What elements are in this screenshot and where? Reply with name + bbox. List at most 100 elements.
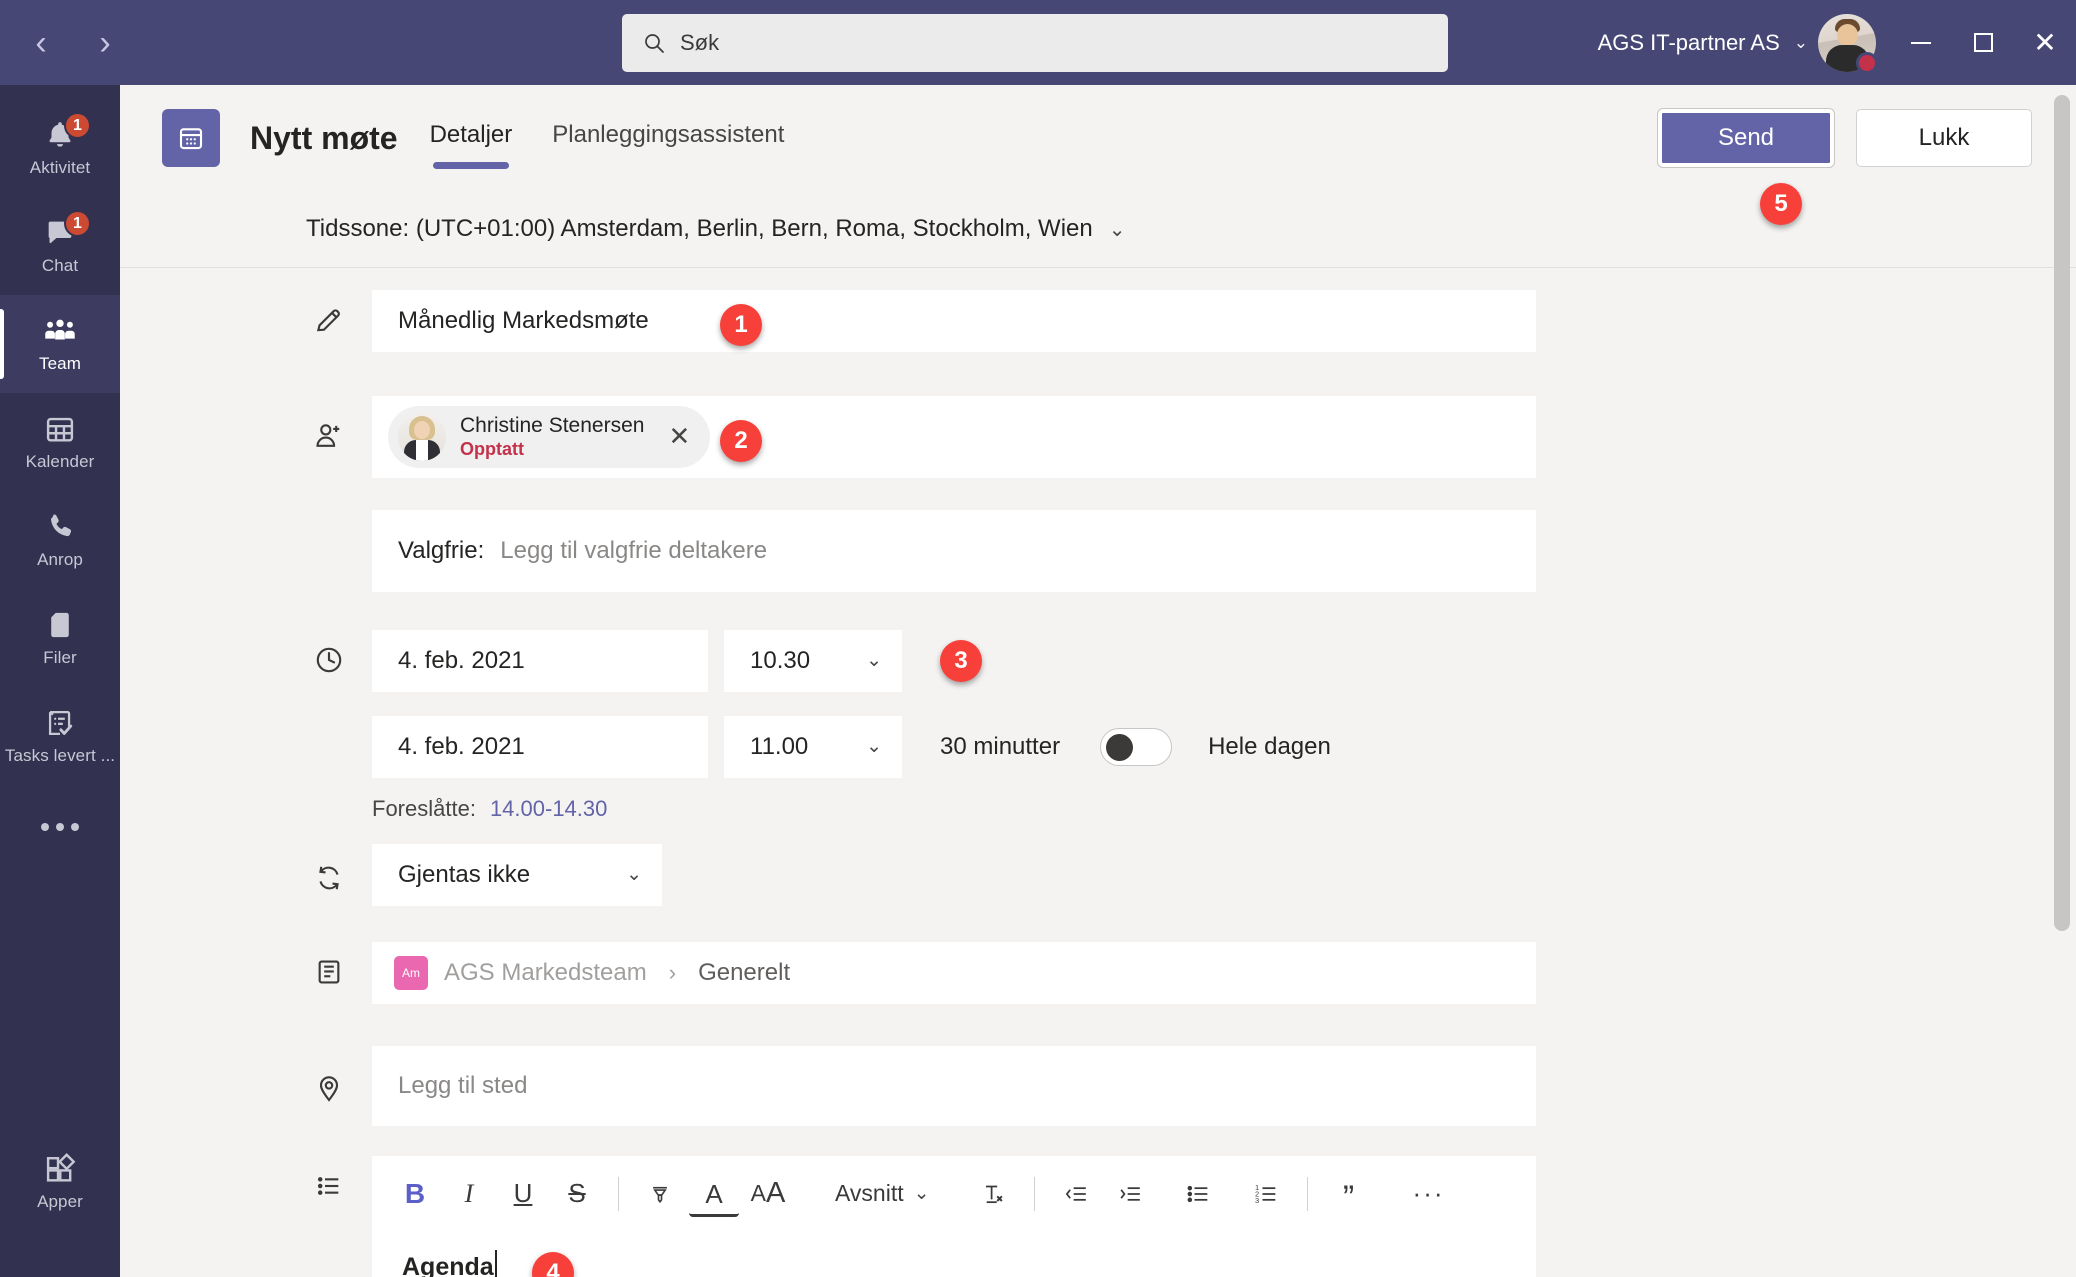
send-button[interactable]: Send — [1658, 109, 1834, 167]
calendar-icon — [43, 412, 77, 446]
sidebar-item-label: Tasks levert ... — [4, 746, 116, 765]
strikethrough-icon[interactable]: S — [552, 1169, 602, 1219]
account-switcher[interactable]: AGS IT-partner AS ⌄ — [1598, 30, 1808, 56]
annotation-badge-2: 2 — [720, 419, 762, 462]
toolbar-divider — [1033, 1176, 1035, 1211]
all-day-toggle[interactable] — [1100, 727, 1173, 766]
location-icon — [306, 1072, 352, 1104]
team-avatar: Am — [394, 955, 428, 990]
clear-formatting-icon[interactable] — [968, 1169, 1018, 1219]
optional-label: Valgfrie: — [398, 536, 485, 564]
sidebar-item-aktivitet[interactable]: 1 Aktivitet — [0, 99, 120, 197]
start-time-select[interactable]: 10.30 ⌄ — [724, 629, 902, 692]
more-options-icon[interactable]: ··· — [1404, 1169, 1454, 1219]
chat-icon: 1 — [43, 210, 91, 250]
pencil-icon — [306, 304, 352, 336]
search-placeholder: Søk — [680, 29, 720, 55]
minimize-icon — [1911, 41, 1931, 44]
list-icon — [306, 1170, 352, 1202]
account-name: AGS IT-partner AS — [1597, 29, 1780, 55]
people-icon — [43, 314, 77, 348]
team-name: AGS Markedsteam — [444, 958, 647, 986]
paragraph-style-dropdown[interactable]: Avsnitt ⌄ — [823, 1169, 942, 1219]
title-field[interactable]: Månedlig Markedsmøte — [372, 289, 1536, 352]
vertical-scrollbar[interactable] — [2054, 91, 2070, 1271]
app-body: 1 Aktivitet 1 Chat Team Kalender Anrop F… — [0, 85, 2076, 1277]
end-time-select[interactable]: 11.00 ⌄ — [724, 715, 902, 778]
avatar[interactable] — [1818, 13, 1878, 74]
numbered-list-icon[interactable]: 1 2 3 — [1241, 1169, 1291, 1219]
sidebar-item-kalender[interactable]: Kalender — [0, 393, 120, 491]
annotation-badge-3: 3 — [940, 639, 982, 682]
bulleted-list-icon[interactable] — [1173, 1169, 1223, 1219]
search-input[interactable]: Søk — [622, 13, 1448, 72]
attendee-chip[interactable]: Christine Stenersen Opptatt ✕ — [388, 405, 711, 468]
quote-icon[interactable]: ” — [1324, 1169, 1374, 1219]
chevron-down-icon: ⌄ — [1108, 218, 1126, 241]
sidebar-item-label: Team — [39, 354, 81, 373]
tab-detaljer[interactable]: Detaljer — [430, 85, 513, 185]
location-field[interactable]: Legg til sted — [372, 1045, 1536, 1126]
text-caret — [494, 1249, 497, 1277]
repeat-icon — [306, 862, 352, 894]
back-icon[interactable]: ‹ — [24, 26, 58, 60]
channel-field[interactable]: Am AGS Markedsteam › Generelt — [372, 941, 1536, 1004]
optional-attendees-field[interactable]: Valgfrie: Legg til valgfrie deltakere — [372, 509, 1536, 592]
toolbar-divider — [618, 1176, 619, 1211]
increase-indent-icon[interactable] — [1105, 1169, 1155, 1219]
suggested-time-link[interactable]: 14.00-14.30 — [490, 796, 607, 822]
remove-attendee-icon[interactable]: ✕ — [658, 421, 700, 452]
attendees-field[interactable]: Christine Stenersen Opptatt ✕ — [372, 395, 1536, 478]
close-button[interactable]: Lukk — [1856, 109, 2032, 167]
app-rail: 1 Aktivitet 1 Chat Team Kalender Anrop F… — [0, 85, 120, 1277]
meeting-header: Nytt møte Detaljer Planleggingsassistent… — [120, 85, 2076, 225]
presence-badge-busy — [1856, 51, 1878, 74]
bold-icon[interactable]: B — [390, 1169, 440, 1219]
scrollbar-thumb[interactable] — [2054, 95, 2070, 931]
suggested-times-row: Foreslåtte: 14.00-14.30 — [372, 778, 2076, 822]
toolbar-divider — [1306, 1176, 1308, 1211]
sidebar-item-filer[interactable]: Filer — [0, 589, 120, 687]
minimize-button[interactable] — [1890, 0, 1952, 85]
channel-icon — [306, 956, 352, 988]
end-date-input[interactable]: 4. feb. 2021 — [372, 715, 708, 778]
sidebar-more-button[interactable] — [0, 785, 120, 869]
recurrence-select[interactable]: Gjentas ikke ⌄ — [372, 843, 662, 906]
bell-icon: 1 — [43, 112, 91, 152]
sidebar-item-label: Filer — [43, 648, 77, 667]
duration-label: 30 minutter — [940, 732, 1061, 760]
forward-icon[interactable]: › — [88, 26, 122, 60]
description-row: B I U S A AA Avsnitt ⌄ 1 2 3 ” ··· Agend… — [120, 1155, 2076, 1277]
maximize-button[interactable] — [1952, 0, 2014, 85]
toggle-knob — [1106, 733, 1134, 761]
underline-icon[interactable]: U — [498, 1169, 548, 1219]
highlight-icon[interactable] — [635, 1169, 685, 1219]
meeting-form-panel: Nytt møte Detaljer Planleggingsassistent… — [120, 85, 2076, 1277]
sidebar-item-anrop[interactable]: Anrop — [0, 491, 120, 589]
tab-planleggingsassistent[interactable]: Planleggingsassistent — [552, 85, 784, 185]
title-row: Månedlig Markedsmøte 1 — [120, 289, 2076, 380]
sidebar-item-chat[interactable]: 1 Chat — [0, 197, 120, 295]
decrease-indent-icon[interactable] — [1051, 1169, 1101, 1219]
chevron-down-icon: ⌄ — [866, 650, 882, 672]
apps-icon — [43, 1152, 77, 1186]
badge-count: 1 — [64, 210, 91, 237]
sidebar-item-label: Kalender — [25, 452, 95, 471]
sidebar-item-label: Chat — [41, 256, 79, 275]
badge-count: 1 — [64, 112, 91, 139]
start-date-input[interactable]: 4. feb. 2021 — [372, 629, 708, 692]
italic-icon[interactable]: I — [444, 1169, 494, 1219]
sidebar-item-apper[interactable]: Apper — [0, 1133, 120, 1231]
meeting-tabs: Detaljer Planleggingsassistent — [430, 85, 785, 191]
font-color-icon[interactable]: A — [689, 1175, 739, 1217]
font-size-icon[interactable]: AA — [743, 1169, 793, 1219]
title-value: Månedlig Markedsmøte — [398, 306, 649, 334]
attendee-avatar — [398, 412, 446, 461]
close-window-button[interactable]: ✕ — [2014, 0, 2076, 85]
search-container: Søk — [622, 13, 1448, 72]
sidebar-item-team[interactable]: Team — [0, 295, 120, 393]
sidebar-item-tasks[interactable]: Tasks levert ... — [0, 687, 120, 785]
meeting-form: Månedlig Markedsmøte 1 Christine Steners… — [120, 268, 2076, 1277]
schedule-row: 4. feb. 2021 10.30 ⌄ 3 4. feb. 2021 11.0… — [120, 629, 2076, 822]
suggested-label: Foreslåtte: — [372, 795, 476, 821]
